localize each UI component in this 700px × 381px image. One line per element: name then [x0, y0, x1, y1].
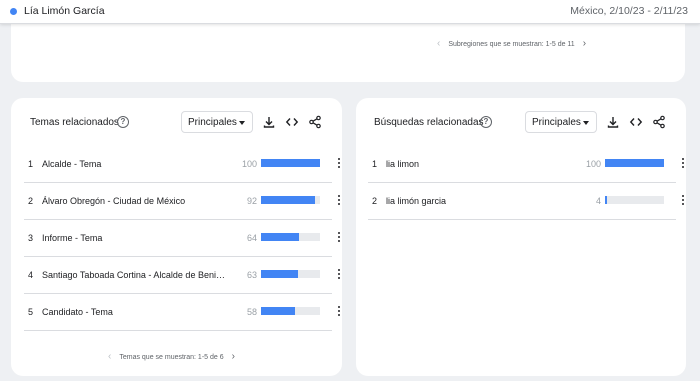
- topic-label[interactable]: Informe - Tema: [42, 233, 230, 243]
- interest-value: 92: [246, 196, 257, 206]
- more-vertical-icon[interactable]: [337, 195, 341, 207]
- related-queries-filter-value: Principales: [532, 117, 581, 128]
- list-item[interactable]: 5 Candidato - Tema 58: [24, 294, 341, 331]
- interest-bar: [605, 159, 664, 167]
- interest-bar: [261, 270, 320, 278]
- region-date-range: México, 2/10/23 - 2/11/23: [570, 5, 688, 17]
- rank: 2: [372, 196, 378, 206]
- top-bar: Lía Limón García México, 2/10/23 - 2/11/…: [0, 0, 700, 24]
- interest-bar: [261, 196, 320, 204]
- more-vertical-icon[interactable]: [337, 158, 341, 170]
- rank: 4: [28, 270, 34, 280]
- caret-down-icon: [239, 121, 245, 125]
- chevron-left-icon[interactable]: ‹: [437, 39, 440, 49]
- list-item[interactable]: 2 Álvaro Obregón - Ciudad de México 92: [24, 183, 341, 220]
- topic-label[interactable]: Candidato - Tema: [42, 307, 230, 317]
- related-topics-card: Temas relacionados ? Principales 1 Alcal…: [11, 98, 342, 376]
- interest-bar-fill: [605, 159, 664, 167]
- chevron-left-icon[interactable]: ‹: [108, 352, 111, 362]
- interest-bar: [261, 233, 320, 241]
- interest-value: 63: [246, 270, 257, 280]
- interest-bar: [605, 196, 664, 204]
- interest-bar: [261, 307, 320, 315]
- related-topics-list: 1 Alcalde - Tema 100 2 Álvaro Obregón - …: [24, 146, 341, 331]
- query-label[interactable]: lia limón garcia: [386, 196, 574, 206]
- interest-bar-fill: [261, 233, 299, 241]
- subregions-pager-text: Subregiones que se muestran: 1-5 de 11: [448, 40, 575, 48]
- search-term-color-dot: [10, 8, 17, 15]
- interest-value: 4: [595, 196, 601, 206]
- interest-value: 58: [246, 307, 257, 317]
- chevron-right-icon[interactable]: ›: [583, 39, 586, 49]
- more-vertical-icon[interactable]: [337, 232, 341, 244]
- more-vertical-icon[interactable]: [337, 306, 341, 318]
- related-topics-pager: ‹ Temas que se muestran: 1-5 de 6 ›: [108, 352, 235, 362]
- related-queries-list: 1 lia limon 100 2 lia limón garcia 4: [368, 146, 685, 220]
- interest-bar: [261, 159, 320, 167]
- interest-bar-fill: [261, 159, 320, 167]
- list-item[interactable]: 4 Santiago Taboada Cortina - Alcalde de …: [24, 257, 341, 294]
- more-vertical-icon[interactable]: [681, 158, 685, 170]
- list-item[interactable]: 3 Informe - Tema 64: [24, 220, 341, 257]
- help-circle-icon[interactable]: ?: [480, 116, 492, 128]
- rank: 1: [28, 159, 34, 169]
- download-icon[interactable]: [606, 115, 620, 129]
- subregions-pager: ‹ Subregiones que se muestran: 1-5 de 11…: [437, 39, 586, 49]
- caret-down-icon: [583, 121, 589, 125]
- related-topics-filter-value: Principales: [188, 117, 237, 128]
- interest-bar-fill: [605, 196, 607, 204]
- query-label[interactable]: lia limon: [386, 159, 574, 169]
- topic-label[interactable]: Alcalde - Tema: [42, 159, 230, 169]
- related-topics-title: Temas relacionados: [30, 117, 119, 128]
- list-item[interactable]: 1 lia limon 100: [368, 146, 685, 183]
- more-vertical-icon[interactable]: [681, 195, 685, 207]
- subregions-card: ‹ Subregiones que se muestran: 1-5 de 11…: [11, 14, 685, 82]
- rank: 3: [28, 233, 34, 243]
- rank: 5: [28, 307, 34, 317]
- embed-code-icon[interactable]: [629, 115, 643, 129]
- related-queries-title: Búsquedas relacionadas: [374, 117, 484, 128]
- related-queries-filter-select[interactable]: Principales: [525, 111, 597, 133]
- related-topics-filter-select[interactable]: Principales: [181, 111, 253, 133]
- related-queries-card: Búsquedas relacionadas ? Principales 1 l…: [356, 98, 686, 376]
- embed-code-icon[interactable]: [285, 115, 299, 129]
- chevron-right-icon[interactable]: ›: [232, 352, 235, 362]
- more-vertical-icon[interactable]: [337, 269, 341, 281]
- rank: 2: [28, 196, 34, 206]
- rank: 1: [372, 159, 378, 169]
- list-item[interactable]: 1 Alcalde - Tema 100: [24, 146, 341, 183]
- related-topics-pager-text: Temas que se muestran: 1-5 de 6: [119, 353, 224, 361]
- interest-value: 100: [241, 159, 257, 169]
- interest-value: 64: [246, 233, 257, 243]
- download-icon[interactable]: [262, 115, 276, 129]
- interest-bar-fill: [261, 196, 316, 204]
- topic-label[interactable]: Álvaro Obregón - Ciudad de México: [42, 196, 230, 206]
- help-circle-icon[interactable]: ?: [117, 116, 129, 128]
- interest-bar-fill: [261, 270, 299, 278]
- search-term[interactable]: Lía Limón García: [24, 5, 105, 17]
- topic-label[interactable]: Santiago Taboada Cortina - Alcalde de Be…: [42, 270, 230, 280]
- list-item[interactable]: 2 lia limón garcia 4: [368, 183, 685, 220]
- share-icon[interactable]: [308, 115, 322, 129]
- share-icon[interactable]: [652, 115, 666, 129]
- interest-bar-fill: [261, 307, 296, 315]
- interest-value: 100: [585, 159, 601, 169]
